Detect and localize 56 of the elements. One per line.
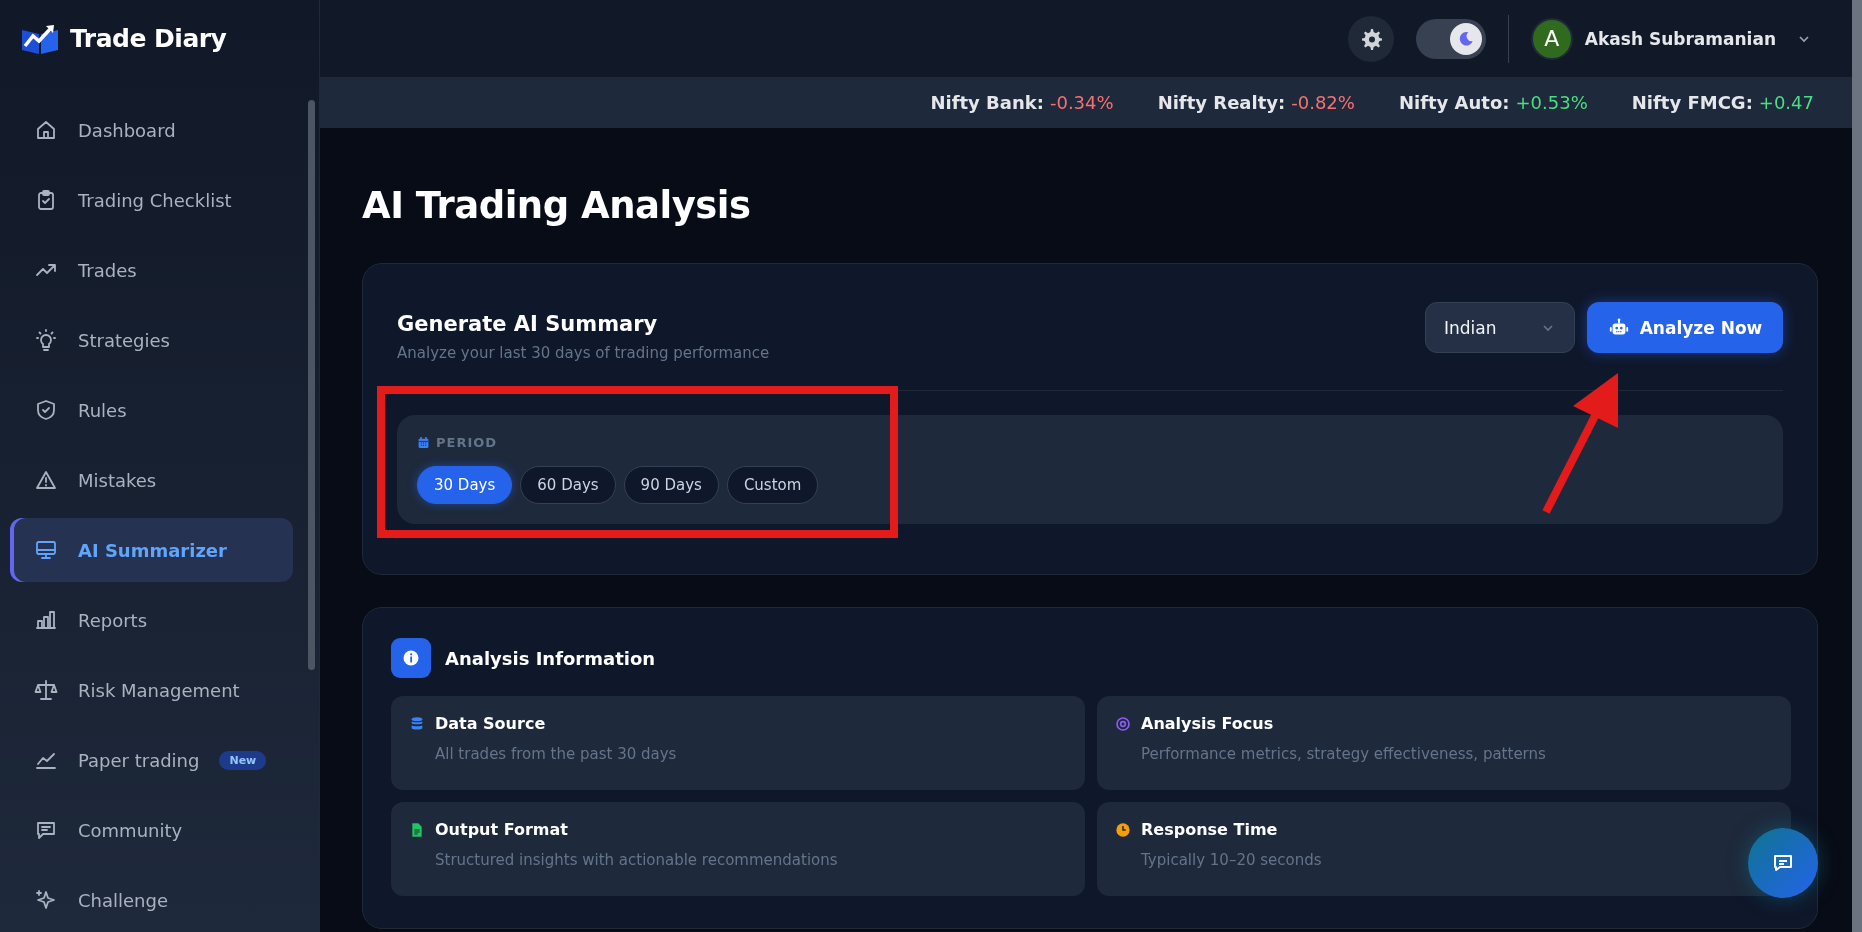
- monitor-icon: [34, 538, 58, 562]
- lightbulb-icon: [34, 328, 58, 352]
- tile-text: Performance metrics, strategy effectiveness, patterns: [1141, 745, 1547, 763]
- tile-title: Response Time: [1141, 820, 1278, 839]
- sidebar-item[interactable]: Reports: [10, 588, 293, 652]
- scrollbar[interactable]: [1852, 0, 1862, 932]
- sparkles-icon: [34, 888, 58, 912]
- index-change: -0.34%: [1049, 92, 1114, 113]
- period-option[interactable]: Custom: [726, 466, 819, 504]
- period-option[interactable]: 30 Days: [417, 466, 513, 504]
- brand-name: Trade Diary: [70, 24, 227, 53]
- sidebar-item[interactable]: Dashboard: [10, 98, 293, 162]
- sidebar-item[interactable]: Rules: [10, 378, 293, 442]
- warning-icon: [34, 468, 58, 492]
- shield-check-icon: [34, 398, 58, 422]
- sidebar-item[interactable]: Challenge: [10, 868, 293, 932]
- sidebar-item[interactable]: Paper trading New: [10, 728, 293, 792]
- tile-title: Data Source: [435, 714, 546, 733]
- period-label: PERIOD: [436, 435, 498, 450]
- section-title: Analysis Information: [445, 647, 656, 669]
- user-name[interactable]: Akash Subramanian: [1584, 28, 1776, 49]
- index-change: +0.47: [1758, 92, 1814, 113]
- period-option[interactable]: 90 Days: [623, 466, 719, 504]
- theme-toggle[interactable]: [1415, 18, 1486, 59]
- tile-text: Typically 10–20 seconds: [1141, 851, 1323, 869]
- tile-text: All trades from the past 30 days: [435, 745, 678, 763]
- new-badge: New: [219, 750, 267, 770]
- tile-title: Analysis Focus: [1141, 714, 1274, 733]
- avatar: A: [1530, 17, 1573, 60]
- index-name: Nifty Bank:: [930, 92, 1044, 113]
- page-title: AI Trading Analysis: [362, 184, 752, 227]
- period-option[interactable]: 60 Days: [520, 466, 616, 504]
- logo-icon: [20, 22, 60, 56]
- index-name: Nifty Auto:: [1398, 92, 1510, 113]
- sidebar-item[interactable]: Trading Checklist: [10, 168, 293, 232]
- index-change: -0.82%: [1291, 92, 1355, 113]
- calendar-icon: [417, 436, 430, 449]
- home-icon: [34, 118, 58, 142]
- card-subtitle: Analyze your last 30 days of trading performance: [397, 344, 770, 362]
- sidebar-item[interactable]: AI Summarizer: [10, 518, 293, 582]
- tile-text: Structured insights with actionable recommendations: [435, 851, 839, 869]
- market-dropdown[interactable]: Indian: [1425, 302, 1575, 353]
- index-name: Nifty Realty:: [1157, 92, 1286, 113]
- analyze-button[interactable]: Analyze Now: [1587, 302, 1783, 353]
- bar-chart-icon: [34, 608, 58, 632]
- card-title: Generate AI Summary: [397, 312, 659, 336]
- index-name: Nifty FMCG:: [1631, 92, 1753, 113]
- sidebar-item[interactable]: Strategies: [10, 308, 293, 372]
- index-change: +0.53%: [1515, 92, 1588, 113]
- sidebar-item[interactable]: Mistakes: [10, 448, 293, 512]
- sidebar-item[interactable]: Community: [10, 798, 293, 862]
- scale-icon: [34, 678, 58, 702]
- tile-title: Output Format: [435, 820, 568, 839]
- sidebar-item[interactable]: Trades: [10, 238, 293, 302]
- sidebar-item[interactable]: Risk Management: [10, 658, 293, 722]
- info-glyph-icon: [402, 649, 420, 667]
